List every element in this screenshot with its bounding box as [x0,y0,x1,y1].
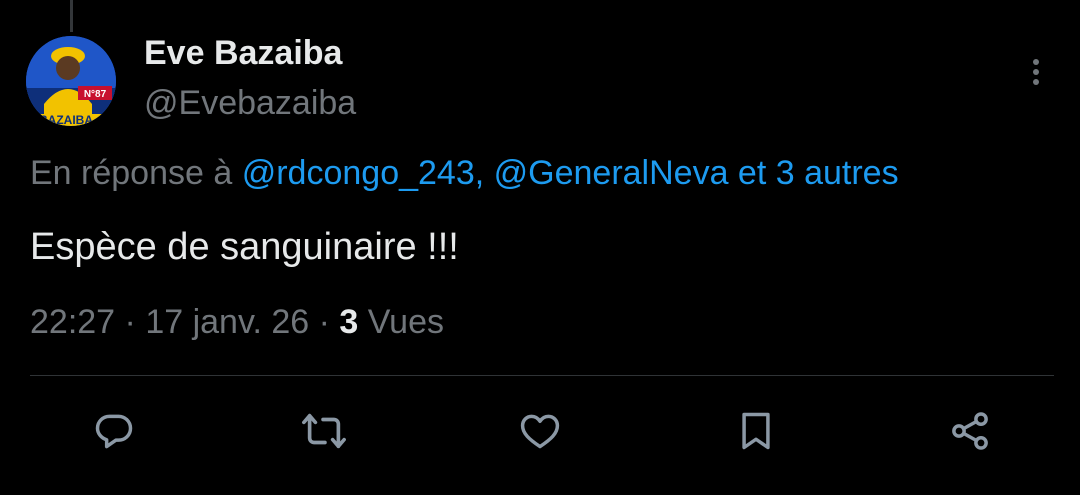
meta-separator: · [318,303,330,341]
reply-mentions-link[interactable]: @rdcongo_243, @GeneralNeva et 3 autres [242,154,899,192]
bookmark-icon [742,412,770,450]
bookmark-button[interactable] [730,405,782,457]
divider [30,375,1054,376]
reply-button[interactable] [88,405,140,457]
avatar-badge: N°87 [84,89,107,100]
share-button[interactable] [944,405,996,457]
avatar-banner: BAZAIBA [39,113,93,126]
views-label: Vues [367,303,444,341]
like-icon [520,414,560,449]
tweet-actions-bar [0,405,1080,457]
author-handle[interactable]: @Evebazaiba [144,84,356,123]
tweet-date[interactable]: 17 janv. 26 [145,303,309,341]
tweet-time[interactable]: 22:27 [30,303,115,341]
reply-icon [95,414,133,449]
views-count: 3 [339,303,359,341]
reply-context: En réponse à @rdcongo_243, @GeneralNeva … [30,154,899,193]
tweet-metadata: 22:27 · 17 janv. 26 · 3 Vues [30,303,444,342]
retweet-button[interactable] [298,405,350,457]
like-button[interactable] [514,405,566,457]
retweet-icon [302,413,346,449]
more-vertical-icon [1033,59,1039,85]
tweet-text: Espèce de sanguinaire !!! [30,226,459,268]
meta-separator: · [124,303,136,341]
avatar-image: N°87 BAZAIBA [26,36,116,126]
avatar[interactable]: N°87 BAZAIBA [26,36,116,126]
reply-prefix: En réponse à [30,154,233,192]
author-name[interactable]: Eve Bazaiba [144,34,342,73]
thread-connector-line [70,0,73,32]
share-icon [952,412,988,450]
more-options-button[interactable] [1018,52,1054,92]
